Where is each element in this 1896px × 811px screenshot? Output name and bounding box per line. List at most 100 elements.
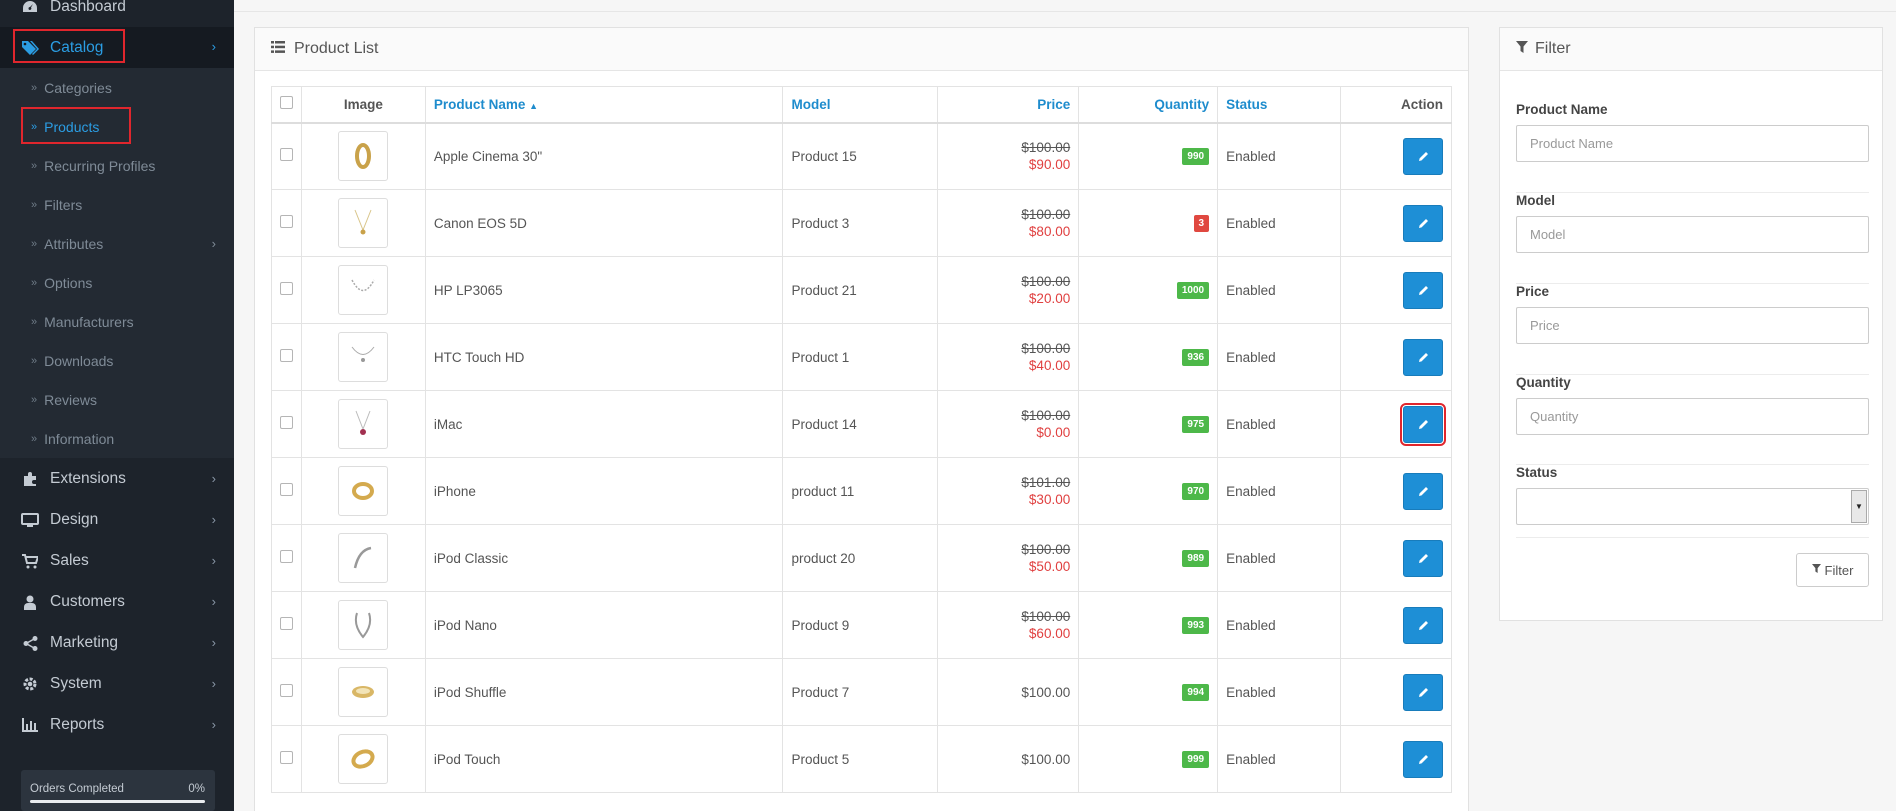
sidebar-item-dashboard[interactable]: Dashboard xyxy=(0,0,234,27)
edit-button[interactable] xyxy=(1403,606,1443,644)
price-cell: $100.00 $20.00 xyxy=(937,256,1080,324)
status-cell: Enabled xyxy=(1217,323,1342,391)
quantity-cell: 989 xyxy=(1078,524,1219,592)
row-checkbox[interactable] xyxy=(279,550,293,563)
row-checkbox[interactable] xyxy=(279,483,293,496)
quantity-cell: 1000 xyxy=(1078,256,1219,324)
edit-button[interactable] xyxy=(1403,137,1443,175)
double-chevron-icon: » xyxy=(31,315,38,328)
status-cell: Enabled xyxy=(1217,390,1342,458)
sidebar-item-label: Design xyxy=(50,511,99,528)
select-all-checkbox[interactable] xyxy=(279,96,293,110)
table-row: HTC Touch HD Product 1 $100.00 $40.00 936 Ena… xyxy=(271,323,1452,391)
sidebar-item-design[interactable]: Design › xyxy=(0,500,234,540)
image-cell xyxy=(300,591,426,659)
sidebar-item-information[interactable]: » Information xyxy=(0,419,234,458)
quantity-badge: 994 xyxy=(1182,684,1210,701)
product-name-cell: iPod Touch xyxy=(424,725,784,793)
product-thumbnail xyxy=(338,265,389,315)
original-price: $100.00 xyxy=(1021,207,1071,222)
filter-button[interactable]: Filter xyxy=(1796,553,1869,587)
product-table: Image Product Name ▲ Model Price Quantit… xyxy=(271,86,1452,793)
sidebar-item-marketing[interactable]: Marketing › xyxy=(0,623,234,663)
progress-bar xyxy=(30,800,205,803)
sidebar-item-extensions[interactable]: Extensions › xyxy=(0,459,234,499)
row-checkbox[interactable] xyxy=(279,751,293,764)
catalog-highlight xyxy=(13,29,125,63)
progress-label: Orders Completed xyxy=(30,783,124,795)
product-thumbnail xyxy=(338,131,389,182)
filter-quantity-input[interactable] xyxy=(1516,398,1869,435)
edit-button[interactable] xyxy=(1403,673,1443,711)
edit-button[interactable] xyxy=(1403,338,1443,376)
list-icon xyxy=(271,40,285,58)
product-thumbnail xyxy=(338,198,389,248)
row-checkbox[interactable] xyxy=(279,684,293,697)
pencil-icon xyxy=(1418,687,1428,697)
price-cell: $100.00 $80.00 xyxy=(937,189,1080,257)
orders-completed-progress: Orders Completed 0% xyxy=(21,770,215,811)
sidebar-item-system[interactable]: System › xyxy=(0,664,234,704)
edit-button[interactable] xyxy=(1403,271,1443,309)
row-checkbox[interactable] xyxy=(279,617,293,630)
edit-button[interactable] xyxy=(1403,472,1443,510)
price-cell: $100.00 xyxy=(937,658,1080,726)
row-select-cell xyxy=(271,457,302,525)
filter-model-input[interactable] xyxy=(1516,216,1869,253)
sidebar-item-label: Reports xyxy=(50,716,105,733)
original-price: $100.00 xyxy=(1021,274,1071,289)
row-checkbox[interactable] xyxy=(279,282,293,295)
table-row: Canon EOS 5D Product 3 $100.00 $80.00 3 Enabl… xyxy=(271,189,1452,257)
edit-button[interactable] xyxy=(1400,402,1446,446)
row-checkbox[interactable] xyxy=(279,416,293,429)
column-product-name[interactable]: Product Name ▲ xyxy=(424,86,784,124)
sidebar-item-categories[interactable]: » Categories xyxy=(0,68,234,107)
chevron-right-icon: › xyxy=(211,39,216,54)
status-cell: Enabled xyxy=(1217,658,1342,726)
row-checkbox[interactable] xyxy=(279,148,293,162)
model-cell: product 11 xyxy=(782,457,939,525)
quantity-badge: 970 xyxy=(1182,483,1210,500)
filter-status-group: Status ▼ xyxy=(1516,465,1869,538)
sidebar-item-filters[interactable]: » Filters xyxy=(0,185,234,224)
table-row: iPod Classic product 20 $100.00 $50.00 989 En… xyxy=(271,524,1452,592)
puzzle-icon xyxy=(20,471,40,487)
quantity-badge: 990 xyxy=(1182,148,1210,166)
column-status[interactable]: Status xyxy=(1217,86,1342,124)
column-price[interactable]: Price xyxy=(937,86,1080,124)
sidebar-item-customers[interactable]: Customers › xyxy=(0,582,234,622)
sidebar-item-reports[interactable]: Reports › xyxy=(0,705,234,745)
row-checkbox[interactable] xyxy=(279,215,293,228)
original-price: $100.00 xyxy=(1021,140,1071,156)
edit-button[interactable] xyxy=(1403,204,1443,242)
edit-button[interactable] xyxy=(1403,539,1443,577)
product-thumbnail xyxy=(338,533,389,583)
sidebar-item-recurring-profiles[interactable]: » Recurring Profiles xyxy=(0,146,234,185)
action-cell xyxy=(1340,591,1452,659)
double-chevron-icon: » xyxy=(31,393,38,406)
image-cell xyxy=(300,658,426,726)
price-cell: $100.00 $90.00 xyxy=(937,122,1080,190)
sidebar-item-options[interactable]: » Options xyxy=(0,263,234,302)
quantity-cell: 994 xyxy=(1078,658,1219,726)
price: $100.00 xyxy=(1021,684,1071,700)
header-divider xyxy=(234,11,1896,12)
sidebar-item-sales[interactable]: Sales › xyxy=(0,541,234,581)
filter-status-select[interactable]: ▼ xyxy=(1516,488,1869,525)
sidebar-item-label: Downloads xyxy=(44,352,114,369)
sidebar-item-attributes[interactable]: » Attributes › xyxy=(0,224,234,263)
bar-chart-icon xyxy=(20,718,40,732)
sidebar-item-reviews[interactable]: » Reviews xyxy=(0,380,234,419)
sidebar-item-manufacturers[interactable]: » Manufacturers xyxy=(0,302,234,341)
filter-price-input[interactable] xyxy=(1516,307,1869,344)
edit-button[interactable] xyxy=(1403,740,1443,778)
row-checkbox[interactable] xyxy=(279,349,293,362)
row-select-cell xyxy=(271,658,302,726)
filter-product-name-input[interactable] xyxy=(1516,125,1869,162)
column-model[interactable]: Model xyxy=(782,86,939,124)
price: $100.00 xyxy=(1021,751,1071,767)
column-quantity[interactable]: Quantity xyxy=(1078,86,1219,124)
sidebar-item-downloads[interactable]: » Downloads xyxy=(0,341,234,380)
pencil-icon xyxy=(1418,419,1428,429)
image-cell xyxy=(300,390,426,458)
